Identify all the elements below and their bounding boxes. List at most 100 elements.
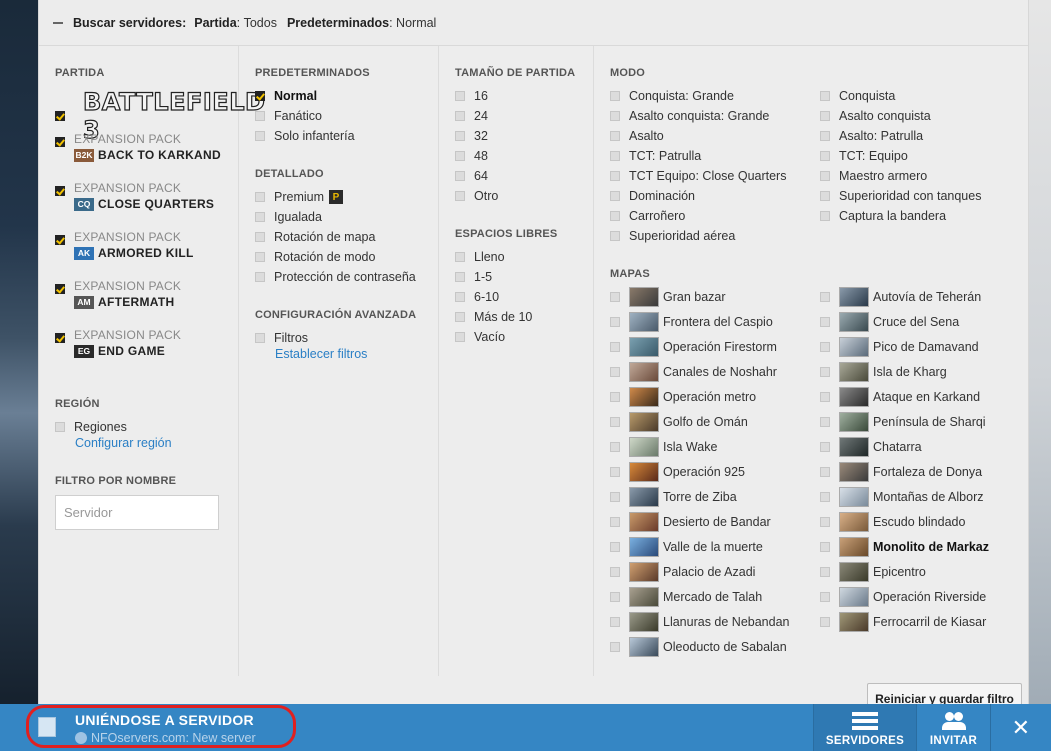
checkbox[interactable]	[455, 292, 465, 302]
checkbox[interactable]	[610, 617, 620, 627]
map-option[interactable]: Golfo de Omán	[610, 412, 748, 432]
mode-option[interactable]: Conquista: Grande	[610, 89, 734, 103]
map-option[interactable]: Valle de la muerte	[610, 537, 763, 557]
map-option[interactable]: Ferrocarril de Kiasar	[820, 612, 986, 632]
map-option[interactable]: Pico de Damavand	[820, 337, 979, 357]
map-option[interactable]: Operación metro	[610, 387, 756, 407]
checkbox[interactable]	[820, 517, 830, 527]
map-option[interactable]: Autovía de Teherán	[820, 287, 981, 307]
checkbox[interactable]	[820, 417, 830, 427]
checkbox[interactable]	[610, 417, 620, 427]
checkbox-checked[interactable]	[55, 284, 65, 294]
checkbox[interactable]	[610, 151, 620, 161]
option-filtros[interactable]: Filtros	[255, 331, 308, 345]
map-option[interactable]: Llanuras de Nebandan	[610, 612, 790, 632]
checkbox[interactable]	[610, 467, 620, 477]
map-option[interactable]: Gran bazar	[610, 287, 726, 307]
option-rotacion-modo[interactable]: Rotación de modo	[255, 250, 375, 264]
checkbox[interactable]	[455, 332, 465, 342]
checkbox[interactable]	[610, 131, 620, 141]
mode-option[interactable]: Asalto: Patrulla	[820, 129, 923, 143]
checkbox[interactable]	[820, 317, 830, 327]
checkbox[interactable]	[610, 231, 620, 241]
option-fanatico[interactable]: Fanático	[255, 109, 322, 123]
checkbox[interactable]	[820, 617, 830, 627]
checkbox[interactable]	[820, 292, 830, 302]
option-regiones[interactable]: Regiones	[55, 420, 127, 434]
checkbox[interactable]	[55, 422, 65, 432]
checkbox[interactable]	[455, 91, 465, 101]
checkbox[interactable]	[820, 131, 830, 141]
checkbox[interactable]	[820, 111, 830, 121]
set-filters-link[interactable]: Establecer filtros	[275, 347, 367, 361]
checkbox[interactable]	[255, 111, 265, 121]
map-option[interactable]: Operación Riverside	[820, 587, 986, 607]
checkbox[interactable]	[820, 211, 830, 221]
checkbox[interactable]	[255, 131, 265, 141]
option-lleno[interactable]: Lleno	[455, 250, 505, 264]
mode-option[interactable]: Captura la bandera	[820, 209, 946, 223]
checkbox[interactable]	[610, 191, 620, 201]
mode-option[interactable]: Asalto	[610, 129, 664, 143]
checkbox[interactable]	[255, 212, 265, 222]
checkbox[interactable]	[610, 592, 620, 602]
option-proteccion-contrasena[interactable]: Protección de contraseña	[255, 270, 416, 284]
option-normal[interactable]: Normal	[255, 89, 317, 103]
option-vacio[interactable]: Vacío	[455, 330, 505, 344]
map-option[interactable]: Operación 925	[610, 462, 745, 482]
mode-option[interactable]: TCT: Patrulla	[610, 149, 701, 163]
map-option[interactable]: Isla de Kharg	[820, 362, 947, 382]
option-1-5[interactable]: 1-5	[455, 270, 492, 284]
checkbox[interactable]	[820, 542, 830, 552]
checkbox[interactable]	[255, 232, 265, 242]
option-6-10[interactable]: 6-10	[455, 290, 499, 304]
checkbox[interactable]	[610, 317, 620, 327]
option-size-64[interactable]: 64	[455, 169, 488, 183]
checkbox[interactable]	[610, 517, 620, 527]
mode-option[interactable]: Carroñero	[610, 209, 685, 223]
checkbox[interactable]	[820, 191, 830, 201]
checkbox[interactable]	[820, 91, 830, 101]
checkbox[interactable]	[610, 171, 620, 181]
checkbox[interactable]	[820, 567, 830, 577]
checkbox[interactable]	[455, 151, 465, 161]
map-option[interactable]: Mercado de Talah	[610, 587, 762, 607]
option-igualada[interactable]: Igualada	[255, 210, 322, 224]
option-size-otro[interactable]: Otro	[455, 189, 498, 203]
mode-option[interactable]: TCT: Equipo	[820, 149, 908, 163]
checkbox[interactable]	[255, 252, 265, 262]
option-mas-de-10[interactable]: Más de 10	[455, 310, 532, 324]
option-rotacion-mapa[interactable]: Rotación de mapa	[255, 230, 375, 244]
checkbox[interactable]	[455, 312, 465, 322]
checkbox[interactable]	[610, 442, 620, 452]
checkbox[interactable]	[820, 442, 830, 452]
map-option[interactable]: Chatarra	[820, 437, 922, 457]
map-option[interactable]: Oleoducto de Sabalan	[610, 637, 787, 657]
option-size-16[interactable]: 16	[455, 89, 488, 103]
map-option[interactable]: Fortaleza de Donya	[820, 462, 982, 482]
map-option[interactable]: Montañas de Alborz	[820, 487, 984, 507]
checkbox[interactable]	[455, 131, 465, 141]
checkbox[interactable]	[610, 642, 620, 652]
map-option[interactable]: Epicentro	[820, 562, 926, 582]
checkbox-checked[interactable]	[55, 186, 65, 196]
map-option[interactable]: Monolito de Markaz	[820, 537, 989, 557]
server-name-input[interactable]	[55, 495, 219, 530]
map-option[interactable]: Escudo blindado	[820, 512, 965, 532]
mode-option[interactable]: Dominación	[610, 189, 695, 203]
configure-region-link[interactable]: Configurar región	[75, 436, 172, 450]
map-option[interactable]: Palacio de Azadi	[610, 562, 755, 582]
checkbox[interactable]	[820, 342, 830, 352]
mode-option[interactable]: Superioridad aérea	[610, 229, 735, 243]
mode-option[interactable]: Superioridad con tanques	[820, 189, 981, 203]
checkbox[interactable]	[820, 392, 830, 402]
checkbox[interactable]	[820, 592, 830, 602]
checkbox[interactable]	[255, 192, 265, 202]
mode-option[interactable]: TCT Equipo: Close Quarters	[610, 169, 786, 183]
option-premium[interactable]: Premium P	[255, 190, 344, 204]
checkbox[interactable]	[255, 272, 265, 282]
checkbox[interactable]	[610, 91, 620, 101]
checkbox[interactable]	[455, 272, 465, 282]
checkbox[interactable]	[610, 492, 620, 502]
checkbox-checked[interactable]	[55, 235, 65, 245]
